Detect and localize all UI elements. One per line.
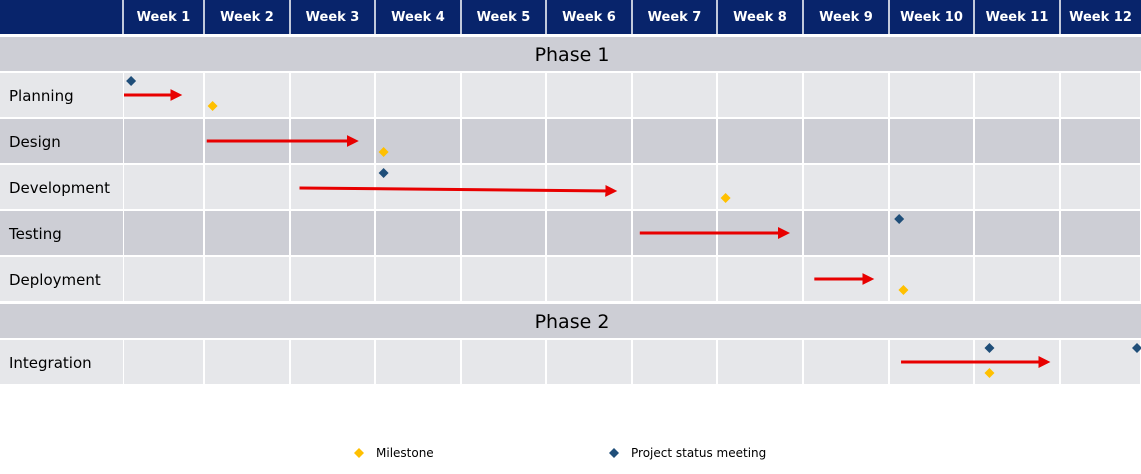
grid-cell: [124, 340, 203, 384]
grid-cell: [462, 73, 545, 117]
week-header-label: Week 4: [391, 10, 445, 25]
grid-cell: [124, 165, 203, 209]
grid-cell: [205, 73, 289, 117]
grid-cell: [1061, 257, 1140, 301]
grid-cell: [205, 340, 289, 384]
grid-cell: [804, 119, 888, 163]
milestone-diamond-icon: [354, 448, 364, 458]
grid-cell: [890, 119, 973, 163]
grid-cell: [718, 119, 802, 163]
grid-cell: [718, 165, 802, 209]
grid-cell: [462, 119, 545, 163]
task-label: Planning: [9, 87, 74, 105]
grid-cell: [291, 340, 374, 384]
grid-cell: [124, 119, 203, 163]
grid-cell: [633, 340, 716, 384]
grid-cell: [291, 73, 374, 117]
grid-cell: [376, 340, 460, 384]
week-header-label: Week 3: [306, 10, 360, 25]
week-header-label: Week 2: [220, 10, 274, 25]
grid-cell: [547, 119, 631, 163]
task-label: Integration: [9, 354, 92, 372]
grid-cell: [376, 257, 460, 301]
grid-cell: [547, 73, 631, 117]
grid-cell: [804, 165, 888, 209]
week-header-label: Week 10: [900, 10, 963, 25]
grid-cell: [462, 211, 545, 255]
grid-cell: [124, 257, 203, 301]
week-header-label: Week 9: [819, 10, 873, 25]
grid-cell: [547, 165, 631, 209]
grid-cell: [718, 73, 802, 117]
phase-title: Phase 1: [535, 44, 610, 66]
grid-cell: [890, 165, 973, 209]
grid-cell: [975, 165, 1059, 209]
grid-cell: [205, 257, 289, 301]
task-label: Testing: [8, 225, 62, 243]
grid-cell: [124, 211, 203, 255]
grid-cell: [718, 257, 802, 301]
grid-cell: [804, 340, 888, 384]
grid-cell: [1061, 73, 1140, 117]
grid-cell: [1061, 340, 1140, 384]
grid-cell: [975, 119, 1059, 163]
week-header-label: Week 1: [137, 10, 191, 25]
grid-cell: [633, 165, 716, 209]
grid-cell: [1061, 165, 1140, 209]
week-header-label: Week 12: [1069, 10, 1132, 25]
week-header-label: Week 7: [648, 10, 702, 25]
week-header-label: Week 11: [986, 10, 1049, 25]
grid-cell: [975, 257, 1059, 301]
gantt-chart: Week 1 Week 2 Week 3 Week 4 Week 5 Week 6 Week…: [0, 0, 1141, 384]
grid-cell: [547, 211, 631, 255]
grid-cell: [633, 119, 716, 163]
grid-cell: [376, 211, 460, 255]
legend-status-meeting: Project status meeting: [609, 444, 766, 462]
grid-cell: [633, 73, 716, 117]
grid-cell: [633, 257, 716, 301]
grid-cell: [291, 257, 374, 301]
grid-cell: [547, 257, 631, 301]
grid-cell: [462, 257, 545, 301]
grid-cell: [547, 340, 631, 384]
task-label: Deployment: [9, 271, 101, 289]
grid-cell: [975, 211, 1059, 255]
grid-cell: [376, 73, 460, 117]
grid-cell: [718, 340, 802, 384]
grid-cell: [376, 119, 460, 163]
week-header-label: Week 5: [477, 10, 531, 25]
week-header-label: Week 6: [562, 10, 616, 25]
task-label: Development: [9, 179, 110, 197]
week-header-label: Week 8: [733, 10, 787, 25]
grid-cell: [462, 340, 545, 384]
grid-cell: [376, 165, 460, 209]
legend-milestone-label: Milestone: [376, 446, 434, 460]
legend-status-meeting-label: Project status meeting: [631, 446, 767, 460]
status-meeting-diamond-icon: [609, 448, 619, 458]
grid-cell: [1061, 211, 1140, 255]
grid-cell: [804, 73, 888, 117]
grid-cell: [1061, 119, 1140, 163]
grid-cell: [975, 73, 1059, 117]
grid-cell: [462, 165, 545, 209]
grid-cell: [291, 211, 374, 255]
phase-title: Phase 2: [535, 311, 610, 333]
grid-cell: [890, 73, 973, 117]
task-label: Design: [9, 133, 61, 151]
grid-cell: [890, 257, 973, 301]
legend-milestone: Milestone: [354, 444, 434, 462]
grid-cell: [205, 165, 289, 209]
grid-cell: [804, 211, 888, 255]
grid-cell: [205, 211, 289, 255]
